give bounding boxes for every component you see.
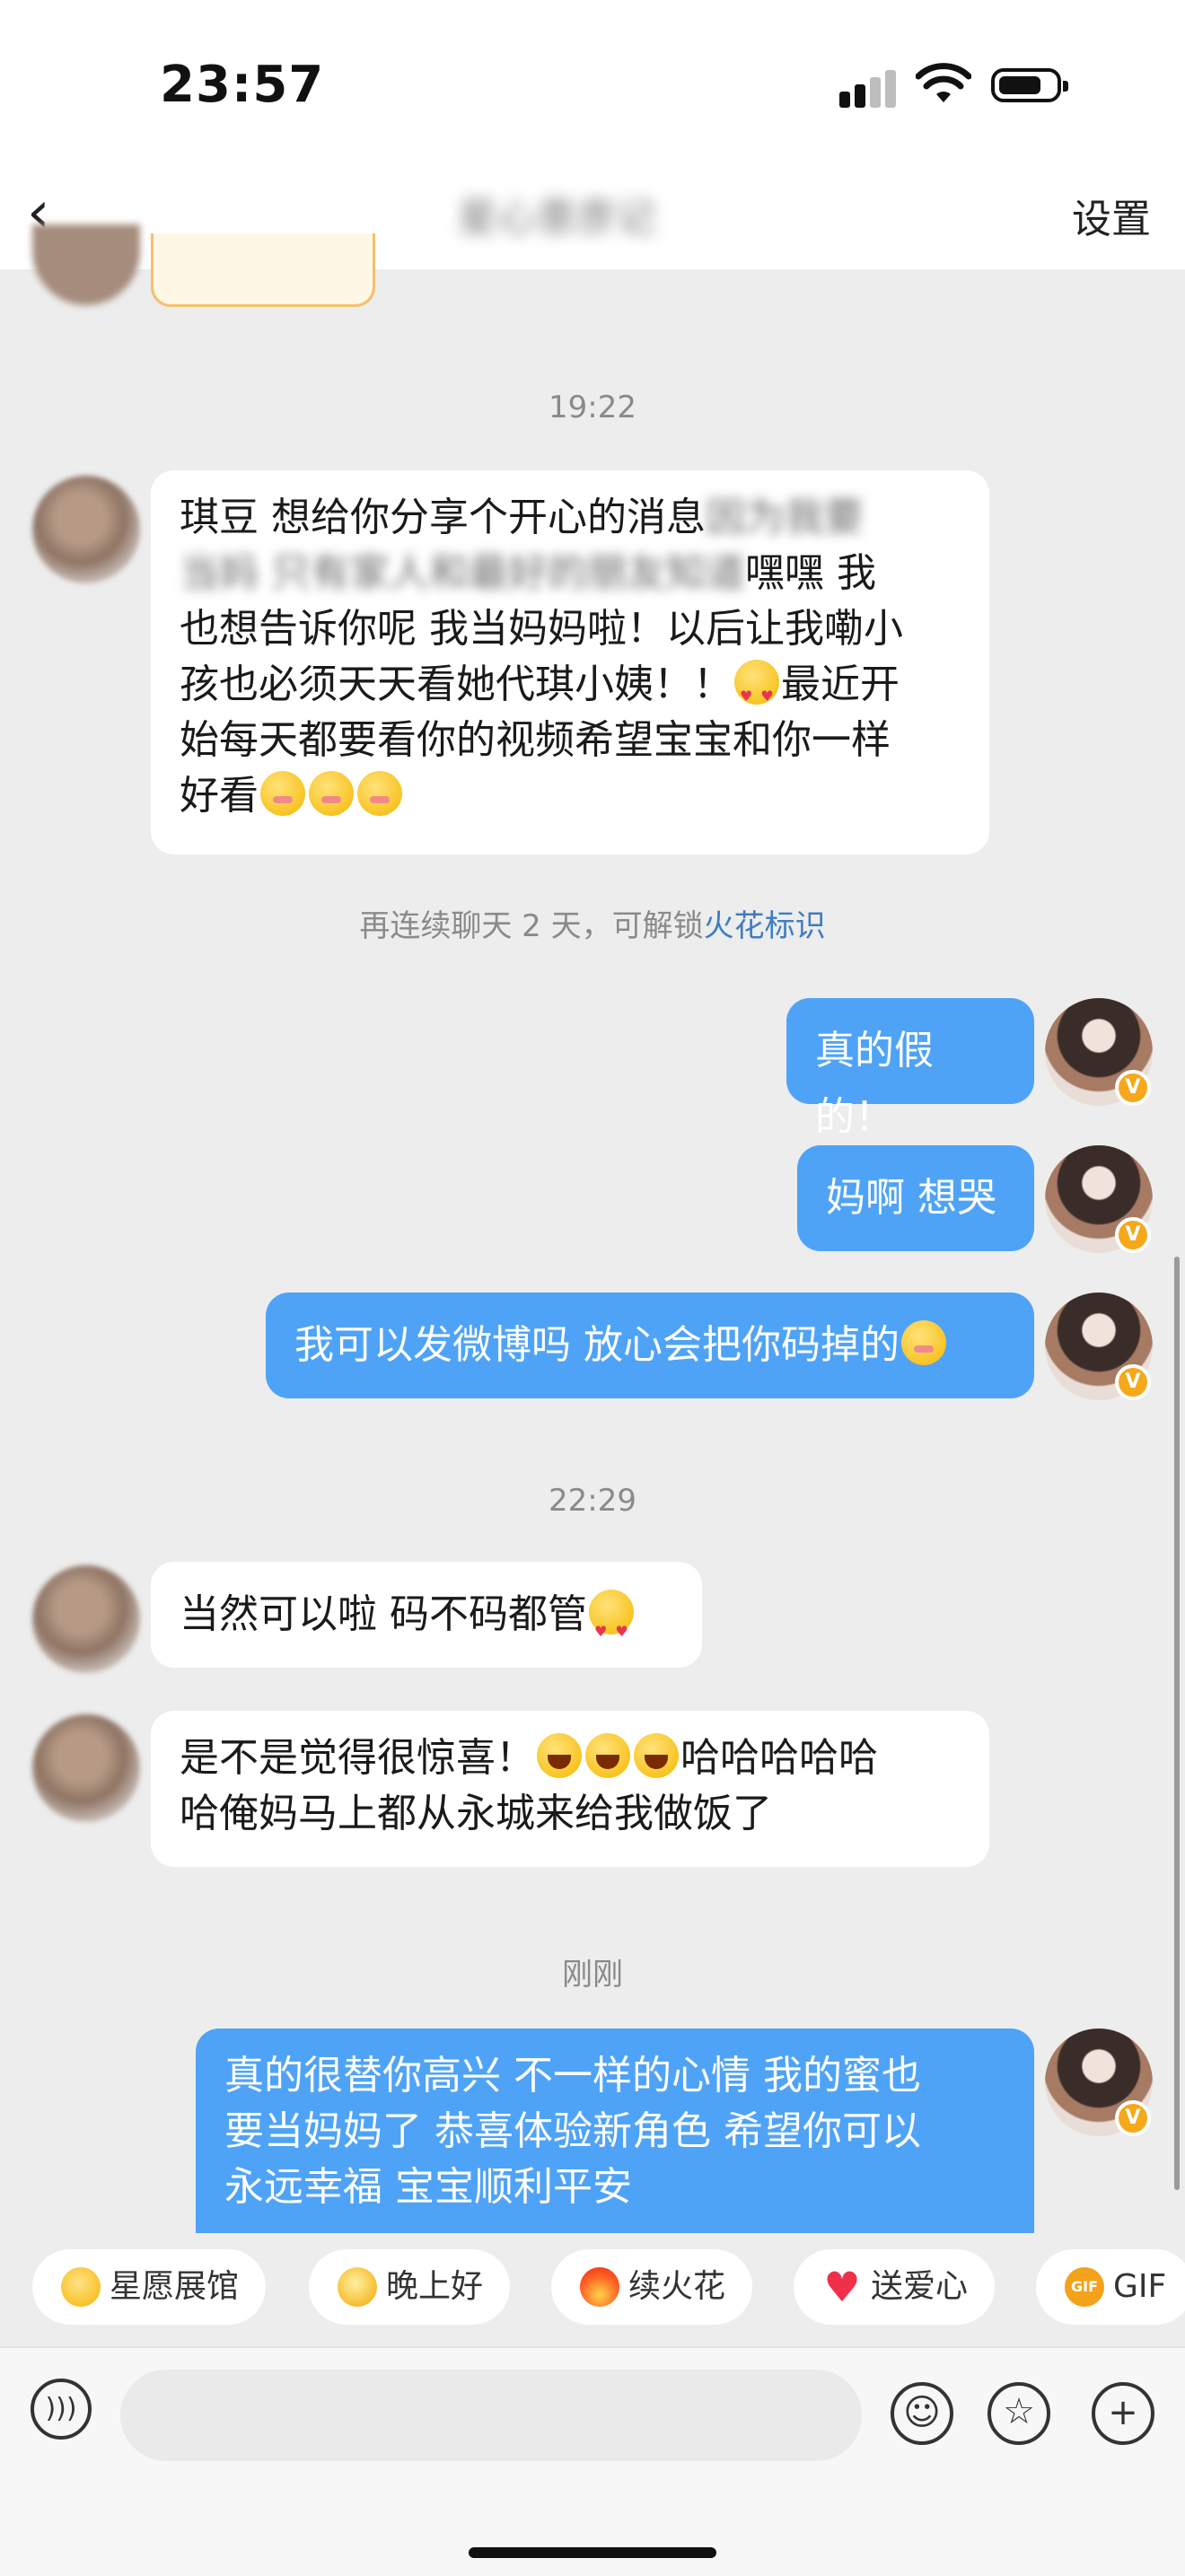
voice-input-icon[interactable]: ))) [31, 2379, 92, 2440]
verified-badge-icon: V [1115, 1364, 1151, 1400]
message-bubble-outgoing[interactable]: 我可以发微博吗 放心会把你码掉的 [266, 1292, 1034, 1398]
smiling-emoji-icon [901, 1320, 946, 1365]
message-text: 妈啊 想哭 [826, 1175, 996, 1221]
heart-eyes-emoji-icon [589, 1590, 634, 1665]
message-text: 永远幸福 宝宝顺利平安 [224, 2164, 632, 2210]
plus-icon[interactable]: + [1092, 2382, 1154, 2445]
quick-actions-bar: 星愿展馆 晚上好 续火花 ♥ 送爱心 GIF GIF [0, 2233, 1185, 2341]
laughing-emoji-icon [634, 1733, 679, 1778]
message-bubble-incoming[interactable]: 当然可以啦 码不码都管 [151, 1562, 702, 1668]
message-text: 哈哈哈哈哈 [680, 1735, 878, 1781]
message-text: 真的假的！ [815, 1028, 934, 1140]
chip-send-love[interactable]: ♥ 送爱心 [794, 2249, 996, 2325]
message-text: 哈俺妈马上都从永城来给我做饭了 [180, 1791, 772, 1836]
chat-title: 星心意彦记 [458, 195, 655, 241]
message-text: 始每天都要看你的视频希望宝宝和你一样 [180, 717, 891, 763]
verified-badge-icon: V [1115, 1070, 1151, 1106]
emoji-icon[interactable]: ☺ [891, 2382, 953, 2445]
avatar[interactable] [32, 224, 140, 305]
settings-button[interactable]: 设置 [1072, 187, 1151, 244]
heart-eyes-emoji-icon [734, 660, 779, 724]
pleading-emoji-icon [357, 771, 402, 816]
timestamp: 19:22 [549, 390, 636, 425]
message-text: 嘿嘿 我 [745, 550, 876, 596]
blurred-text: 当妈 只有家人和最好的朋友知道 [180, 550, 745, 596]
chip-label: 晚上好 [386, 2268, 484, 2305]
message-text: 要当妈妈了 恭喜体验新角色 希望你可以 [224, 2108, 921, 2154]
message-text: 最近开 [781, 662, 900, 707]
message-bubble-outgoing[interactable]: 真的假的！ [786, 998, 1034, 1140]
message-text: 好看 [180, 773, 259, 819]
pleading-emoji-icon [260, 771, 305, 816]
home-indicator [469, 2547, 716, 2558]
flame-icon [580, 2267, 619, 2307]
hint-link[interactable]: 火花标识 [704, 908, 826, 944]
sticker-star-icon[interactable]: ☆ [988, 2382, 1050, 2445]
wifi-icon [916, 63, 971, 102]
timestamp: 刚刚 [562, 1957, 623, 1993]
avatar[interactable] [32, 1565, 140, 1673]
message-text: 孩也必须天天看她代琪小姨！！ [180, 662, 733, 707]
chip-label: 送爱心 [871, 2268, 969, 2305]
avatar[interactable] [32, 476, 140, 583]
chip-label: 星愿展馆 [110, 2268, 240, 2305]
message-text: 当然可以啦 码不码都管 [180, 1591, 587, 1637]
message-input[interactable] [120, 2370, 862, 2461]
chip-gif[interactable]: GIF GIF [1036, 2249, 1185, 2325]
chip-good-evening[interactable]: 晚上好 [309, 2249, 511, 2325]
laughing-emoji-icon [537, 1733, 582, 1778]
message-text: 是不是觉得很惊喜！ [180, 1735, 535, 1781]
chip-continue-spark[interactable]: 续火花 [551, 2249, 753, 2325]
chip-label: 续火花 [628, 2268, 726, 2305]
message-text: 琪豆 想给你分享个开心的消息 [180, 495, 706, 540]
avatar[interactable] [32, 1714, 140, 1822]
star-icon [61, 2267, 101, 2307]
blurred-text: 因为我要 [706, 495, 864, 540]
battery-icon [991, 68, 1068, 102]
laughing-emoji-icon [585, 1733, 630, 1778]
message-bubble-incoming[interactable]: 是不是觉得很惊喜！ 哈哈哈哈哈 哈俺妈马上都从永城来给我做饭了 [151, 1711, 989, 1867]
status-time: 23:57 [160, 56, 325, 114]
pleading-emoji-icon [309, 771, 354, 816]
star-face-icon [338, 2267, 377, 2307]
timestamp: 22:29 [549, 1483, 636, 1519]
message-text: 我可以发微博吗 放心会把你码掉的 [294, 1322, 900, 1368]
message-text: 真的很替你高兴 不一样的心情 我的蜜也 [224, 2053, 921, 2098]
system-hint: 再连续聊天 2 天，可解锁火花标识 [0, 901, 1185, 945]
chip-star-gallery[interactable]: 星愿展馆 [32, 2249, 267, 2325]
gif-icon: GIF [1065, 2267, 1104, 2307]
heart-icon: ♥ [823, 2263, 861, 2311]
message-bubble-outgoing[interactable]: 真的很替你高兴 不一样的心情 我的蜜也 要当妈妈了 恭喜体验新角色 希望你可以 … [196, 2028, 1034, 2233]
verified-badge-icon: V [1115, 1217, 1151, 1253]
message-bubble-partial [151, 233, 375, 307]
cellular-signal-icon [839, 70, 900, 108]
chip-label: GIF [1113, 2268, 1167, 2305]
message-text: 也想告诉你呢 我当妈妈啦！以后让我嘞小 [180, 606, 903, 652]
message-bubble-outgoing[interactable]: 妈啊 想哭 [797, 1145, 1034, 1251]
scrollbar[interactable] [1174, 1257, 1180, 2190]
verified-badge-icon: V [1115, 2100, 1151, 2136]
message-bubble-incoming[interactable]: 琪豆 想给你分享个开心的消息因为我要 当妈 只有家人和最好的朋友知道嘿嘿 我 也… [151, 470, 989, 854]
hint-text: 再连续聊天 2 天，可解锁 [359, 908, 704, 944]
